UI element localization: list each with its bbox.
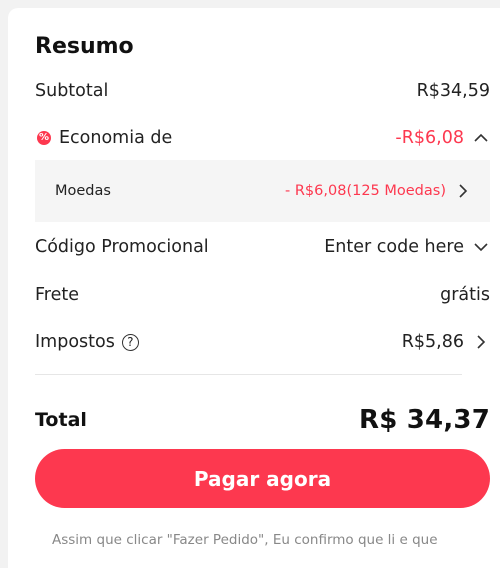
- promo-code-input[interactable]: Enter code here: [324, 237, 464, 257]
- divider: [35, 374, 462, 375]
- chevron-right-icon[interactable]: [454, 182, 472, 200]
- shipping-label: Frete: [35, 285, 79, 305]
- coins-label: Moedas: [55, 183, 111, 199]
- subtotal-row: Subtotal R$34,59: [35, 74, 490, 108]
- savings-label: Economia de: [59, 128, 173, 148]
- savings-row[interactable]: % Economia de -R$6,08: [35, 121, 490, 155]
- taxes-label: Impostos: [35, 332, 115, 352]
- taxes-row[interactable]: Impostos ? R$5,86: [35, 325, 490, 359]
- coins-row[interactable]: Moedas - R$6,08(125 Moedas): [35, 160, 490, 222]
- subtotal-value: R$34,59: [416, 81, 490, 101]
- summary-title: Resumo: [35, 34, 134, 59]
- discount-icon: %: [37, 131, 51, 145]
- chevron-up-icon[interactable]: [472, 129, 490, 147]
- coins-value: - R$6,08(125 Moedas): [285, 183, 446, 199]
- promo-code-row[interactable]: Código Promocional Enter code here: [35, 230, 490, 264]
- promo-code-label: Código Promocional: [35, 237, 209, 257]
- taxes-value: R$5,86: [401, 332, 464, 352]
- order-summary-card: Resumo Subtotal R$34,59 % Economia de -R…: [8, 8, 500, 568]
- shipping-value: grátis: [440, 285, 490, 305]
- shipping-row: Frete grátis: [35, 278, 490, 312]
- total-row: Total R$ 34,37: [35, 400, 490, 440]
- savings-value: -R$6,08: [395, 128, 464, 148]
- disclaimer-text: Assim que clicar "Fazer Pedido", Eu conf…: [52, 532, 438, 548]
- total-value: R$ 34,37: [358, 405, 490, 435]
- total-label: Total: [35, 409, 87, 431]
- help-circle-icon[interactable]: ?: [121, 333, 139, 351]
- subtotal-label: Subtotal: [35, 81, 109, 101]
- chevron-right-icon[interactable]: [472, 333, 490, 351]
- pay-now-button[interactable]: Pagar agora: [35, 449, 490, 508]
- chevron-down-icon[interactable]: [472, 238, 490, 256]
